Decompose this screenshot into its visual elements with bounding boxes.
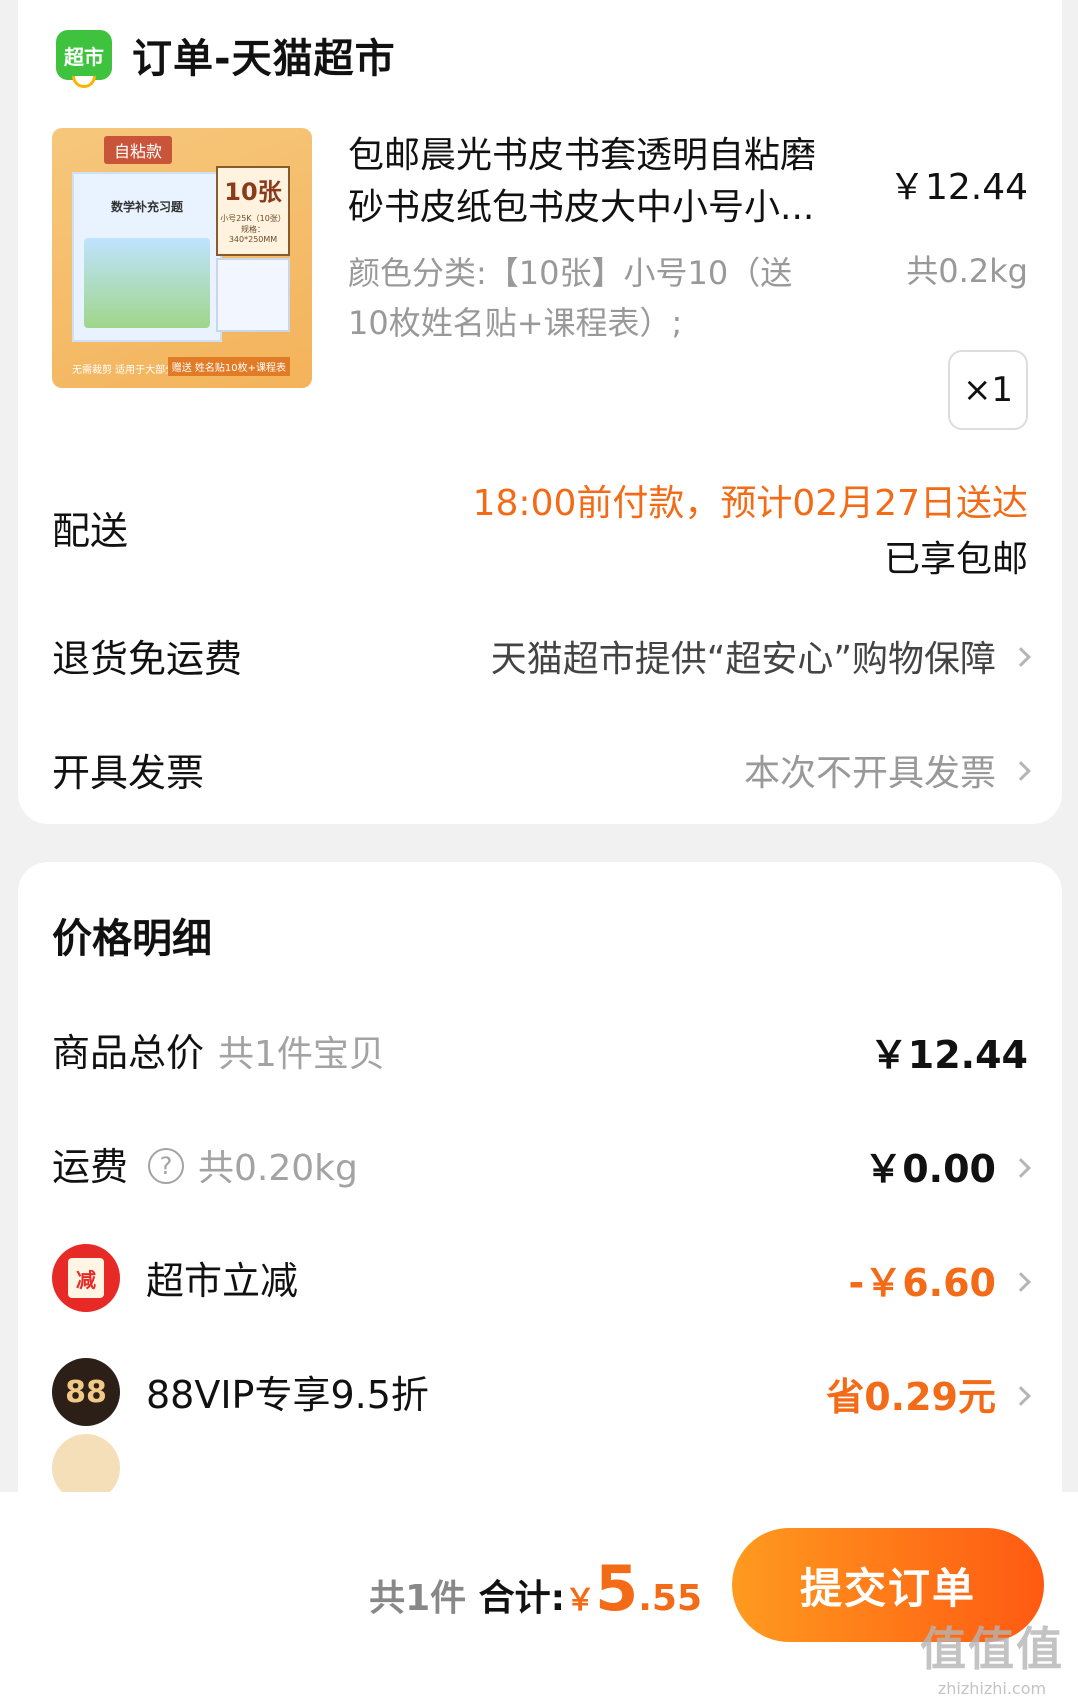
discount-value: -￥6.60 (848, 1261, 996, 1305)
checkout-bar: 共1件 合计:￥5.55 提交订单 值值值 zhizhizhi.com (0, 1492, 1078, 1704)
invoice-label: 开具发票 (52, 751, 205, 795)
total-label: 合计: (478, 1578, 566, 1619)
goods-count: 共1件宝贝 (218, 1034, 385, 1075)
chevron-right-icon (1011, 761, 1031, 781)
watermark-sub: zhizhizhi.com (937, 1679, 1047, 1698)
thumb-book-title: 数学补充习题 (110, 200, 183, 214)
shipping-text: 运费 (52, 1145, 129, 1189)
chevron-right-icon (1011, 647, 1031, 667)
chevron-right-icon (1011, 1386, 1031, 1406)
shop-title: 订单-天猫超市 (132, 36, 396, 82)
vip-saving: 省0.29元 (826, 1375, 996, 1419)
thumb-book-cover: 数学补充习题 (72, 172, 222, 342)
product-thumbnail[interactable]: 自粘款 数学补充习题 10张 小号25K（10张）规格：340*250MM 无需… (52, 128, 312, 388)
total-integer: 5 (595, 1552, 639, 1625)
product-sku[interactable]: 颜色分类:【10张】小号10（送 10枚姓名贴+课程表）; (348, 248, 878, 348)
delivery-label: 配送 (52, 509, 129, 553)
thumb-schedule-sheet (216, 258, 290, 332)
88vip-icon: 88 (52, 1358, 120, 1426)
shipping-weight: 共0.20kg (198, 1148, 358, 1189)
thumb-count-badge: 10张 小号25K（10张）规格：340*250MM (216, 166, 290, 256)
product-title-line2: 砂书皮纸包书皮大中小号小... (348, 187, 815, 228)
goods-total-value: ￥12.44 (869, 1033, 1028, 1077)
discount-row[interactable]: -￥6.60 (848, 1252, 1031, 1307)
help-icon[interactable]: ? (148, 1147, 185, 1184)
watermark: 值值值 zhizhizhi.com (920, 1613, 1064, 1698)
order-total: 共1件 合计:￥5.55 (369, 1552, 702, 1625)
thumb-tag: 自粘款 (104, 136, 173, 164)
order-card: 超市 订单-天猫超市 自粘款 数学补充习题 10张 小号25K（10张）规格：3… (18, 0, 1062, 824)
product-sku-line2: 10枚姓名贴+课程表）; (348, 304, 683, 342)
thumb-count-sub: 小号25K（10张）规格：340*250MM (220, 214, 286, 244)
return-policy-row[interactable]: 天猫超市提供“超安心”购物保障 (490, 630, 1031, 682)
watermark-main: 值值值 (920, 1622, 1064, 1676)
return-policy-label: 退货免运费 (52, 637, 243, 681)
thumb-gift-text: 赠送 姓名贴10枚+课程表 (167, 357, 290, 376)
shipping-row[interactable]: ￥0.00 (864, 1138, 1031, 1193)
currency-symbol: ￥ (565, 1583, 596, 1618)
product-price: ￥12.44 (888, 167, 1028, 208)
delivery-estimate: 18:00前付款，预计02月27日送达 (472, 483, 1028, 524)
product-weight: 共0.2kg (906, 252, 1028, 290)
vip-label: 88VIP专享9.5折 (146, 1373, 429, 1417)
free-shipping-status: 已享包邮 (883, 539, 1028, 580)
return-policy-value: 天猫超市提供“超安心”购物保障 (490, 639, 996, 680)
logo-text: 超市 (64, 44, 104, 69)
product-title[interactable]: 包邮晨光书皮书套透明自粘磨 砂书皮纸包书皮大中小号小... (348, 130, 888, 234)
vip-row[interactable]: 省0.29元 (826, 1366, 1031, 1421)
shipping-label: 运费? 共0.20kg (52, 1136, 358, 1191)
discount-icon: 减 (52, 1244, 120, 1312)
discount-label: 超市立减 (146, 1259, 299, 1303)
invoice-row[interactable]: 本次不开具发票 (743, 744, 1031, 796)
chevron-right-icon (1011, 1272, 1031, 1292)
tmall-supermarket-logo-icon: 超市 (56, 30, 112, 88)
chevron-right-icon (1011, 1158, 1031, 1178)
total-decimal: .55 (638, 1578, 702, 1619)
price-detail-title: 价格明细 (52, 916, 212, 962)
price-detail-card: 价格明细 商品总价 共1件宝贝 ￥12.44 运费? 共0.20kg ￥0.00 减… (18, 862, 1062, 1562)
goods-total-text: 商品总价 (52, 1031, 205, 1075)
thumb-count: 10张 (224, 178, 282, 206)
goods-total-label: 商品总价 共1件宝贝 (52, 1022, 385, 1077)
invoice-value: 本次不开具发票 (743, 753, 996, 794)
shop-header[interactable]: 超市 订单-天猫超市 (56, 22, 396, 88)
product-title-line1: 包邮晨光书皮书套透明自粘磨 (348, 135, 817, 176)
quantity-button[interactable]: ×1 (948, 350, 1028, 430)
shipping-value: ￥0.00 (864, 1147, 996, 1191)
product-sku-line1: 颜色分类:【10张】小号10（送 (348, 254, 793, 292)
item-count: 共1件 (369, 1578, 467, 1619)
